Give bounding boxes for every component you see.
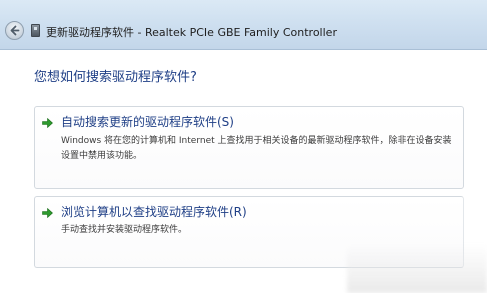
page-question: 您想如何搜索驱动程序软件?	[34, 70, 197, 85]
green-arrow-icon	[42, 208, 53, 218]
back-arrow-icon	[10, 25, 20, 36]
title-bar: 更新驱动程序软件 - Realtek PCIe GBE Family Contr…	[0, 0, 487, 50]
auto-search-description: Windows 将在您的计算机和 Internet 上查找用于相关设备的最新驱动…	[61, 136, 452, 161]
auto-search-title: 自动搜索更新的驱动程序软件(S)	[61, 115, 234, 129]
back-button[interactable]	[5, 21, 24, 40]
device-manager-icon	[31, 24, 40, 37]
auto-search-option[interactable]: 自动搜索更新的驱动程序软件(S) Windows 将在您的计算机和 Intern…	[34, 106, 464, 189]
browse-computer-description: 手动查找并安装驱动程序软件。	[61, 225, 188, 235]
browse-computer-title: 浏览计算机以查找驱动程序软件(R)	[61, 205, 247, 219]
blurred-overlay	[347, 244, 487, 293]
green-arrow-icon	[42, 118, 53, 128]
window-title: 更新驱动程序软件 - Realtek PCIe GBE Family Contr…	[46, 26, 337, 39]
